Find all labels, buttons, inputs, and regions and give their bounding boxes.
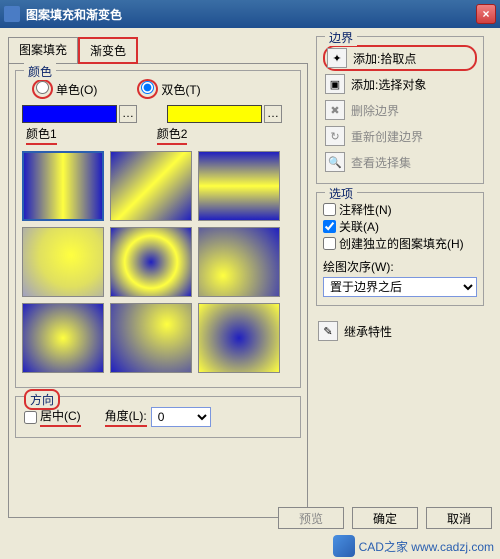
- left-pane: 图案填充 渐变色 颜色 单色(O) 双色(T): [8, 36, 308, 520]
- gradient-thumb[interactable]: [22, 303, 104, 373]
- watermark: CAD之家 www.cadzj.com: [333, 535, 494, 557]
- view-icon: 🔍: [325, 152, 345, 172]
- titlebar: 图案填充和渐变色 ×: [0, 0, 500, 28]
- color2-swatch[interactable]: [167, 105, 262, 123]
- gradient-thumb[interactable]: [198, 227, 280, 297]
- gradient-thumb[interactable]: [198, 303, 280, 373]
- inherit-icon: ✎: [318, 321, 338, 341]
- cancel-button[interactable]: 取消: [426, 507, 492, 529]
- tab-body: 颜色 单色(O) 双色(T) …: [8, 63, 308, 518]
- preview-button: 预览: [278, 507, 344, 529]
- independent-checkbox[interactable]: 创建独立的图案填充(H): [323, 235, 477, 252]
- gradient-thumb[interactable]: [198, 151, 280, 221]
- boundary-group: 边界 ✦ 添加:拾取点 ▣ 添加:选择对象 ✖ 删除边界 ↻ 重新创建边界 🔍 …: [316, 36, 484, 184]
- color2-picker[interactable]: …: [264, 105, 282, 123]
- color-group: 颜色 单色(O) 双色(T) …: [15, 70, 301, 388]
- annotative-checkbox[interactable]: 注释性(N): [323, 201, 477, 218]
- color2-label: 颜色2: [157, 125, 188, 145]
- gradient-thumb[interactable]: [22, 151, 104, 221]
- draw-order-select[interactable]: 置于边界之后: [323, 277, 477, 297]
- ok-button[interactable]: 确定: [352, 507, 418, 529]
- center-checkbox[interactable]: 居中(C): [24, 407, 81, 427]
- direction-group: 方向 居中(C) 角度(L): 0: [15, 396, 301, 438]
- add-select-button[interactable]: ▣ 添加:选择对象: [323, 71, 477, 97]
- color1-swatch[interactable]: [22, 105, 117, 123]
- add-pick-point-button[interactable]: ✦ 添加:拾取点: [323, 45, 477, 71]
- draw-order-label: 绘图次序(W):: [323, 258, 477, 275]
- close-button[interactable]: ×: [476, 4, 496, 24]
- gradient-thumb[interactable]: [22, 227, 104, 297]
- recreate-boundary-button: ↻ 重新创建边界: [323, 123, 477, 149]
- window-title: 图案填充和渐变色: [26, 6, 476, 23]
- footer: 预览 确定 取消: [8, 507, 492, 529]
- color1-picker[interactable]: …: [119, 105, 137, 123]
- client-area: 图案填充 渐变色 颜色 单色(O) 双色(T): [0, 28, 500, 528]
- direction-group-title: 方向: [24, 389, 60, 410]
- inherit-button[interactable]: ✎ 继承特性: [316, 318, 484, 344]
- delete-boundary-button: ✖ 删除边界: [323, 97, 477, 123]
- recreate-icon: ↻: [325, 126, 345, 146]
- gradient-grid: [22, 151, 294, 373]
- gradient-thumb[interactable]: [110, 227, 192, 297]
- tabs: 图案填充 渐变色: [8, 36, 308, 63]
- radio-double[interactable]: 双色(T): [137, 79, 200, 99]
- tab-pattern[interactable]: 图案填充: [8, 37, 78, 64]
- watermark-logo-icon: [333, 535, 355, 557]
- gradient-thumb[interactable]: [110, 303, 192, 373]
- associative-checkbox[interactable]: 关联(A): [323, 218, 477, 235]
- options-group: 选项 注释性(N) 关联(A) 创建独立的图案填充(H) 绘图次序(W): 置于…: [316, 192, 484, 306]
- angle-input[interactable]: 0: [151, 407, 211, 427]
- view-selection-button: 🔍 查看选择集: [323, 149, 477, 175]
- delete-icon: ✖: [325, 100, 345, 120]
- select-object-icon: ▣: [325, 74, 345, 94]
- gradient-thumb[interactable]: [110, 151, 192, 221]
- options-title: 选项: [325, 185, 357, 202]
- boundary-title: 边界: [325, 29, 357, 46]
- tab-gradient[interactable]: 渐变色: [78, 37, 138, 64]
- color-group-title: 颜色: [24, 63, 56, 80]
- right-pane: 边界 ✦ 添加:拾取点 ▣ 添加:选择对象 ✖ 删除边界 ↻ 重新创建边界 🔍 …: [316, 36, 484, 520]
- angle-label: 角度(L):: [105, 407, 147, 427]
- radio-single[interactable]: 单色(O): [32, 79, 97, 99]
- color1-label: 颜色1: [26, 125, 57, 145]
- app-icon: [4, 6, 20, 22]
- pick-point-icon: ✦: [327, 48, 347, 68]
